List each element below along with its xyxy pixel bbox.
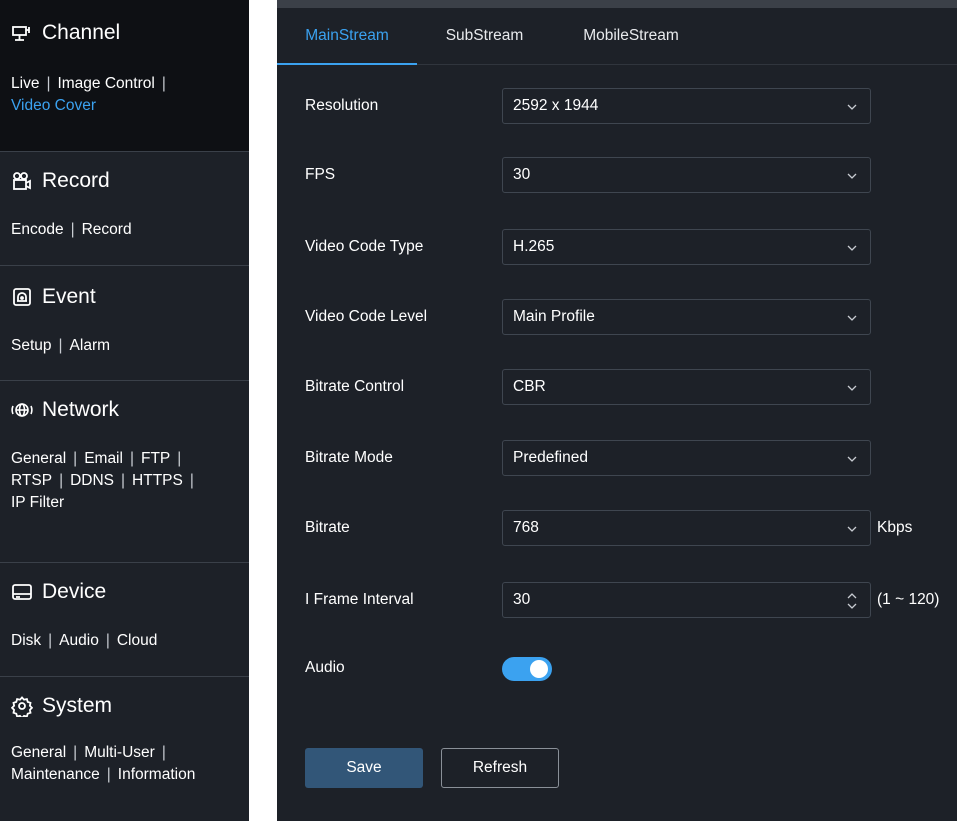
section-event-title: Event <box>42 285 96 308</box>
chevron-down-icon <box>847 245 857 251</box>
chevron-down-icon <box>847 385 857 391</box>
tab-mobilestream[interactable]: MobileStream <box>564 8 698 64</box>
link-alarm[interactable]: Alarm <box>70 337 110 354</box>
fps-label: FPS <box>305 166 336 183</box>
bitrate-unit: Kbps <box>877 519 913 536</box>
i-frame-interval-value: 30 <box>513 591 531 608</box>
system-links: General | Multi-User | Maintenance | Informat… <box>11 744 196 783</box>
network-links: General | Email | FTP | RTSP | DDNS | HTTPS | IP F… <box>11 450 194 511</box>
section-device-title: Device <box>42 580 107 603</box>
spinner-arrows-icon[interactable] <box>846 589 858 613</box>
device-icon <box>12 584 32 600</box>
i-frame-interval-label: I Frame Interval <box>305 591 414 608</box>
record-links: Encode | Record <box>11 221 132 238</box>
section-system: System General | Multi-User | Maintenance | I… <box>0 677 249 821</box>
refresh-button[interactable]: Refresh <box>441 748 559 788</box>
link-ftp[interactable]: FTP <box>141 450 170 467</box>
network-icon <box>11 403 33 417</box>
chevron-down-icon <box>847 315 857 321</box>
link-information[interactable]: Information <box>118 766 196 783</box>
link-general[interactable]: General <box>11 744 66 761</box>
link-https[interactable]: HTTPS <box>132 472 183 489</box>
bitrate-mode-label: Bitrate Mode <box>305 449 393 466</box>
resolution-label: Resolution <box>305 97 379 114</box>
bitrate-control-value: CBR <box>513 378 546 395</box>
link-rtsp[interactable]: RTSP <box>11 472 52 489</box>
system-icon <box>11 696 33 717</box>
i-frame-interval-range: (1 ~ 120) <box>877 591 940 608</box>
video-code-level-value: Main Profile <box>513 308 595 325</box>
chevron-down-icon <box>847 526 857 532</box>
fps-value: 30 <box>513 166 531 183</box>
section-event: Event Setup | Alarm <box>0 266 249 381</box>
link-maintenance[interactable]: Maintenance <box>11 766 100 783</box>
section-system-header[interactable]: System <box>11 691 112 721</box>
link-ddns[interactable]: DDNS <box>70 472 114 489</box>
toggle-knob <box>530 660 548 678</box>
audio-toggle[interactable] <box>502 657 552 681</box>
section-network-header[interactable]: Network <box>11 395 119 425</box>
chevron-down-icon <box>847 104 857 110</box>
video-code-type-select[interactable]: H.265 <box>502 229 871 265</box>
chevron-down-icon <box>847 456 857 462</box>
section-channel-header[interactable]: Channel <box>11 18 120 48</box>
link-email[interactable]: Email <box>84 450 123 467</box>
bitrate-control-label: Bitrate Control <box>305 378 405 395</box>
tab-mainstream[interactable]: MainStream <box>277 8 417 65</box>
link-live[interactable]: Live <box>11 75 39 92</box>
section-event-header[interactable]: Event <box>11 282 96 312</box>
link-ip-filter[interactable]: IP Filter <box>11 494 64 511</box>
stream-settings-panel: MainStream SubStream MobileStream Resolu… <box>277 0 957 821</box>
bitrate-value: 768 <box>513 519 539 536</box>
audio-label: Audio <box>305 659 345 676</box>
i-frame-interval-input[interactable]: 30 <box>502 582 871 618</box>
section-network-title: Network <box>42 398 120 421</box>
fps-select[interactable]: 30 <box>502 157 871 193</box>
section-channel-title: Channel <box>42 21 121 44</box>
section-device-header[interactable]: Device <box>11 577 106 607</box>
link-disk[interactable]: Disk <box>11 632 41 649</box>
link-audio[interactable]: Audio <box>59 632 99 649</box>
chevron-down-icon <box>847 173 857 179</box>
video-code-type-label: Video Code Type <box>305 238 424 255</box>
link-multi-user[interactable]: Multi-User <box>84 744 155 761</box>
channel-icon <box>12 26 30 41</box>
sidebar: Channel Live | Image Control | Video Cover … <box>0 0 249 821</box>
resolution-select[interactable]: 2592 x 1944 <box>502 88 871 124</box>
save-button[interactable]: Save <box>305 748 423 788</box>
section-network: Network General | Email | FTP | RTSP | DDNS | HTT… <box>0 381 249 563</box>
section-record-header[interactable]: Record <box>11 166 110 196</box>
link-encode[interactable]: Encode <box>11 221 64 238</box>
event-links: Setup | Alarm <box>11 337 111 354</box>
bitrate-select[interactable]: 768 <box>502 510 871 546</box>
device-links: Disk | Audio | Cloud <box>11 632 158 649</box>
link-cloud[interactable]: Cloud <box>117 632 158 649</box>
video-code-level-label: Video Code Level <box>305 308 428 325</box>
tab-substream[interactable]: SubStream <box>437 8 532 64</box>
link-record[interactable]: Record <box>82 221 132 238</box>
section-record-title: Record <box>42 169 110 192</box>
section-system-title: System <box>42 694 113 717</box>
bitrate-mode-select[interactable]: Predefined <box>502 440 871 476</box>
section-channel: Channel Live | Image Control | Video Cover <box>0 0 249 152</box>
stream-tabs: MainStream SubStream MobileStream <box>277 8 957 65</box>
top-divider <box>277 0 957 8</box>
link-general[interactable]: General <box>11 450 66 467</box>
bitrate-mode-value: Predefined <box>513 449 588 466</box>
link-image-control[interactable]: Image Control <box>57 75 154 92</box>
link-setup[interactable]: Setup <box>11 337 52 354</box>
section-record: Record Encode | Record <box>0 152 249 266</box>
video-code-type-value: H.265 <box>513 238 555 255</box>
section-device: Device Disk | Audio | Cloud <box>0 563 249 677</box>
event-icon <box>13 288 31 306</box>
channel-links: Live | Image Control | Video Cover <box>11 75 166 114</box>
link-video-cover[interactable]: Video Cover <box>11 97 96 114</box>
resolution-value: 2592 x 1944 <box>513 97 599 114</box>
video-code-level-select[interactable]: Main Profile <box>502 299 871 335</box>
bitrate-label: Bitrate <box>305 519 350 536</box>
record-icon <box>13 172 31 190</box>
bitrate-control-select[interactable]: CBR <box>502 369 871 405</box>
